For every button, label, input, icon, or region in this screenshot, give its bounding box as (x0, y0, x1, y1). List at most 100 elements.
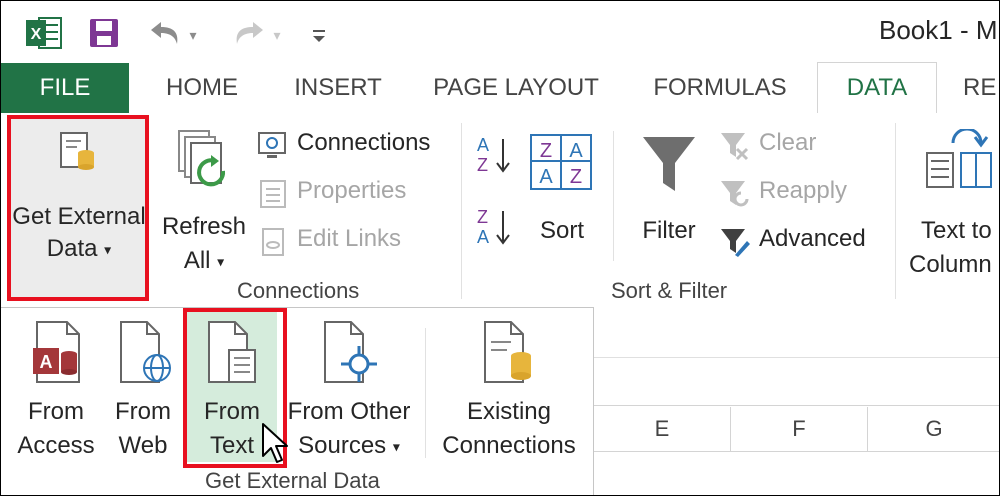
from-web-label-1: From (115, 398, 171, 425)
grid-line (594, 357, 999, 358)
grid-line (594, 405, 999, 406)
svg-text:▾: ▾ (273, 27, 280, 43)
properties-button[interactable]: Properties (257, 175, 447, 213)
grid-line (594, 451, 999, 452)
ribbon: Get External Data ▾ Refresh All ▾ Connec… (1, 113, 999, 308)
refresh-icon (175, 127, 235, 197)
filter-button[interactable]: Filter (629, 127, 709, 257)
connections-button[interactable]: Connections (257, 127, 447, 165)
svg-text:A: A (477, 227, 489, 247)
advanced-filter-button[interactable]: Advanced (719, 223, 879, 261)
web-icon (115, 320, 175, 386)
dropdown-group-label: Get External Data (205, 468, 380, 493)
clear-label: Clear (759, 129, 817, 156)
save-icon[interactable] (87, 16, 121, 50)
edit-links-label: Edit Links (297, 225, 402, 252)
excel-window: X ▾ ▾ Book1 - Mi FILE HOME INSERT PAGE L… (0, 0, 1000, 496)
title-bar: X ▾ ▾ Book1 - Mi (1, 1, 1000, 63)
refresh-all-label-1: Refresh (161, 213, 247, 240)
text-to-columns-label-2: Column (909, 251, 992, 278)
svg-text:Z: Z (477, 155, 488, 175)
column-header-e[interactable]: E (594, 407, 731, 451)
dropdown-separator (425, 328, 426, 458)
from-other-sources-label-1: From Other (287, 398, 411, 425)
get-external-data-dropdown: A From Access From Web From Text From Ot… (1, 307, 594, 495)
sort-filter-separator (613, 131, 614, 261)
svg-text:▾: ▾ (189, 27, 196, 43)
tab-insert[interactable]: INSERT (283, 63, 393, 113)
svg-text:A: A (569, 140, 583, 162)
from-web-button[interactable]: From Web (105, 314, 181, 464)
from-web-label-2: Web (118, 432, 168, 459)
svg-text:A: A (477, 135, 489, 155)
sort-label: Sort (539, 217, 584, 244)
text-to-columns-label-1: Text to (921, 217, 992, 244)
existing-connections-label-1: Existing (466, 398, 552, 425)
text-to-columns-icon (923, 127, 993, 193)
existing-connections-label-2: Connections (442, 432, 576, 459)
properties-icon (259, 179, 287, 209)
tab-home[interactable]: HOME (149, 63, 255, 113)
column-header-g[interactable]: G (868, 407, 999, 451)
filter-label: Filter (642, 217, 696, 244)
connections-group-label: Connections (237, 278, 360, 303)
ribbon-tabs: FILE HOME INSERT PAGE LAYOUT FORMULAS DA… (1, 62, 999, 114)
from-other-sources-button[interactable]: From Other Sources ▾ (281, 314, 417, 464)
svg-text:A: A (40, 352, 53, 372)
reapply-label: Reapply (759, 177, 848, 204)
tab-review[interactable]: RE (963, 63, 999, 113)
sort-dialog-icon: Z A A Z (529, 133, 593, 193)
group-separator (461, 123, 462, 299)
advanced-label: Advanced (759, 225, 866, 252)
tab-page-layout[interactable]: PAGE LAYOUT (423, 63, 609, 113)
column-header-f[interactable]: F (731, 407, 868, 451)
sort-descending-icon: Z A (477, 207, 510, 247)
connections-label: Connections (297, 129, 431, 156)
sort-ascending-icon: A Z (477, 135, 510, 175)
svg-text:Z: Z (477, 207, 488, 227)
text-to-columns-button[interactable]: Text to Column (907, 127, 999, 278)
excel-logo-icon[interactable]: X (25, 15, 63, 51)
chevron-down-icon: ▾ (392, 438, 400, 455)
refresh-all-line2: All ▾ (161, 245, 247, 278)
tab-file[interactable]: FILE (1, 63, 129, 113)
tab-formulas[interactable]: FORMULAS (639, 63, 801, 113)
svg-text:X: X (31, 26, 42, 43)
from-access-button[interactable]: A From Access (11, 314, 101, 464)
connections-icon (257, 129, 289, 161)
redo-icon[interactable]: ▾ (227, 16, 285, 50)
group-separator (895, 123, 896, 299)
svg-text:Z: Z (540, 140, 552, 162)
sort-a-to-z-button[interactable]: A Z (473, 131, 519, 181)
clear-filter-button[interactable]: Clear (719, 127, 869, 165)
customize-qat-icon[interactable] (307, 19, 331, 49)
sort-filter-group-label: Sort & Filter (611, 278, 728, 303)
edit-links-button[interactable]: Edit Links (257, 223, 447, 261)
svg-text:Z: Z (570, 166, 582, 188)
from-access-label-1: From (28, 398, 84, 425)
other-sources-icon (319, 320, 379, 386)
access-icon: A (29, 320, 85, 386)
chevron-down-icon: ▾ (217, 253, 225, 270)
window-title: Book1 - Mi (879, 15, 1000, 45)
refresh-all-button[interactable]: Refresh All ▾ (161, 123, 247, 293)
undo-icon[interactable]: ▾ (143, 16, 201, 50)
properties-label: Properties (297, 177, 407, 204)
worksheet-grid: E F G (594, 307, 999, 495)
tab-data[interactable]: DATA (817, 62, 937, 114)
refresh-all-label-2: All (183, 247, 211, 274)
reapply-button[interactable]: Reapply (719, 175, 869, 213)
funnel-icon (639, 133, 699, 197)
advanced-filter-icon (719, 227, 751, 257)
edit-links-icon (259, 227, 287, 257)
reapply-icon (719, 179, 751, 209)
from-access-label-2: Access (17, 432, 95, 459)
sort-button[interactable]: Z A A Z Sort (525, 127, 599, 257)
from-other-sources-line2: Sources ▾ (281, 430, 417, 463)
clear-filter-icon (719, 131, 751, 161)
sort-z-to-a-button[interactable]: Z A (473, 203, 519, 253)
existing-connections-button[interactable]: Existing Connections (433, 314, 585, 464)
from-other-sources-label-2: Sources (298, 432, 387, 459)
svg-text:A: A (539, 166, 553, 188)
existing-connections-icon (479, 320, 539, 386)
